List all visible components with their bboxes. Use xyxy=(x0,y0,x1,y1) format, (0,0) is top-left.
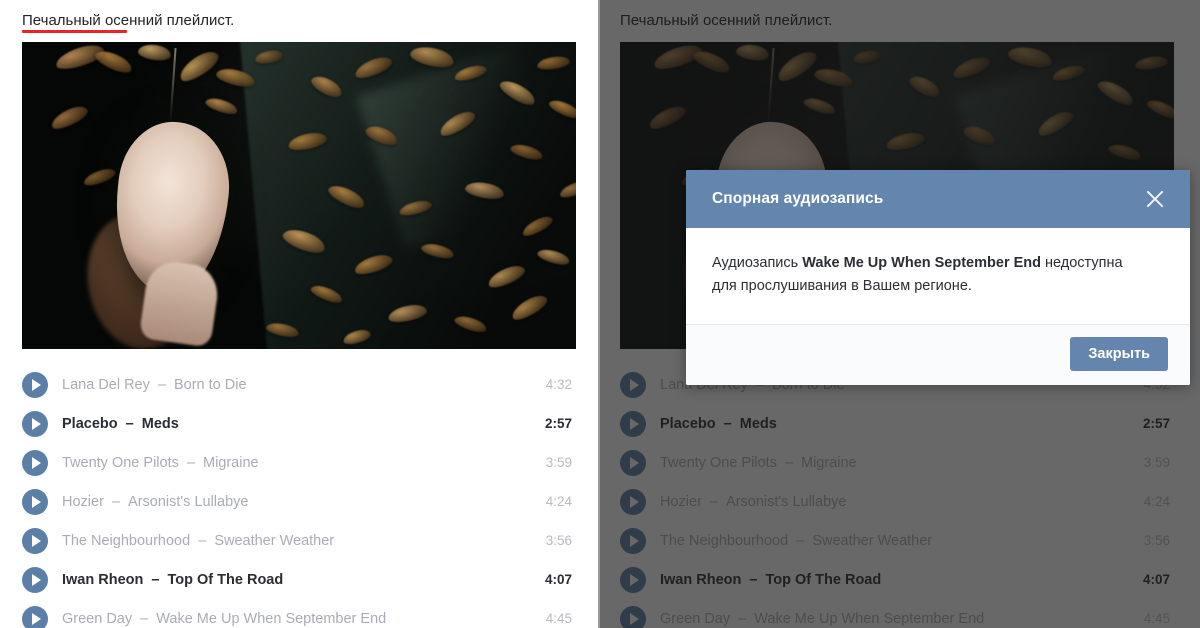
track-separator: – xyxy=(153,376,170,393)
play-icon[interactable] xyxy=(22,410,48,437)
playlist-panel-normal: Печальный осенний плейлист. Lana Del Rey… xyxy=(0,0,598,628)
playlist-panel-with-modal: Печальный осенний плейлист. Lana Del Rey… xyxy=(598,0,1200,628)
play-icon[interactable] xyxy=(22,371,48,398)
track-song: Meds xyxy=(141,415,179,432)
track-row[interactable]: Placebo – Meds 2:57 xyxy=(22,404,576,443)
cover-scene xyxy=(22,42,576,349)
track-row[interactable]: Green Day – Wake Me Up When September En… xyxy=(22,599,576,628)
track-list-left: Lana Del Rey – Born to Die 4:32 Placebo – … xyxy=(22,365,576,628)
playlist-title-text: Печальный осенний плейлист. xyxy=(22,12,235,29)
track-artist: Twenty One Pilots xyxy=(62,454,179,471)
screenshot-stage: Печальный осенний плейлист. Lana Del Rey… xyxy=(0,0,1200,628)
close-button[interactable]: Закрыть xyxy=(1070,337,1168,371)
play-icon[interactable] xyxy=(22,449,48,476)
track-song: Born to Die xyxy=(173,376,247,393)
track-row[interactable]: Twenty One Pilots – Migraine 3:59 xyxy=(22,443,576,482)
track-separator: – xyxy=(107,493,125,510)
playlist-cover-image xyxy=(22,42,576,349)
title-red-underline xyxy=(22,30,127,33)
modal-message: Аудиозапись Wake Me Up When September En… xyxy=(712,252,1142,298)
track-duration: 2:57 xyxy=(544,416,572,431)
track-artist: Placebo xyxy=(62,415,118,432)
track-label: The Neighbourhood – Sweather Weather xyxy=(62,532,532,550)
modal-message-track-name: Wake Me Up When September End xyxy=(802,255,1041,271)
track-artist: Hozier xyxy=(62,493,104,510)
play-icon[interactable] xyxy=(22,566,48,593)
track-song: Arsonist's Lullabye xyxy=(128,493,249,510)
track-label: Placebo – Meds xyxy=(62,415,532,433)
track-label: Lana Del Rey – Born to Die xyxy=(62,376,532,394)
track-label: Hozier – Arsonist's Lullabye xyxy=(62,493,532,511)
track-label: Green Day – Wake Me Up When September En… xyxy=(62,610,532,628)
track-row[interactable]: Hozier – Arsonist's Lullabye 4:24 xyxy=(22,482,576,521)
track-row[interactable]: Iwan Rheon – Top Of The Road 4:07 xyxy=(22,560,576,599)
track-duration: 4:07 xyxy=(544,572,572,587)
panel-divider xyxy=(598,0,600,628)
modal-footer: Закрыть xyxy=(686,324,1190,385)
track-separator: – xyxy=(182,454,199,471)
modal-header: Спорная аудиозапись xyxy=(686,170,1190,228)
track-duration: 4:32 xyxy=(545,377,572,392)
track-separator: – xyxy=(194,532,211,549)
play-icon[interactable] xyxy=(22,488,48,515)
play-icon[interactable] xyxy=(22,605,48,628)
track-song: Sweather Weather xyxy=(214,532,335,549)
track-duration: 4:45 xyxy=(545,611,572,626)
modal-title: Спорная аудиозапись xyxy=(712,190,884,207)
disputed-audio-modal: Спорная аудиозапись Аудиозапись Wake Me … xyxy=(686,170,1190,385)
modal-message-prefix: Аудиозапись xyxy=(712,255,803,271)
track-artist: The Neighbourhood xyxy=(62,532,191,549)
track-artist: Lana Del Rey xyxy=(62,376,150,393)
track-duration: 4:24 xyxy=(545,494,572,509)
track-row[interactable]: Lana Del Rey – Born to Die 4:32 xyxy=(22,365,576,404)
track-separator: – xyxy=(121,415,138,432)
track-row[interactable]: The Neighbourhood – Sweather Weather 3:56 xyxy=(22,521,576,560)
track-label: Iwan Rheon – Top Of The Road xyxy=(62,571,532,589)
playlist-content-left: Печальный осенний плейлист. Lana Del Rey… xyxy=(22,0,576,628)
modal-body: Аудиозапись Wake Me Up When September En… xyxy=(686,228,1190,324)
close-icon[interactable] xyxy=(1142,186,1168,212)
track-song: Migraine xyxy=(202,454,259,471)
track-song: Top Of The Road xyxy=(167,571,284,588)
track-song: Wake Me Up When September End xyxy=(156,610,387,627)
track-label: Twenty One Pilots – Migraine xyxy=(62,454,532,472)
track-artist: Green Day xyxy=(62,610,133,627)
track-artist: Iwan Rheon xyxy=(62,571,144,588)
page-title-left: Печальный осенний плейлист. xyxy=(22,12,235,33)
track-separator: – xyxy=(136,610,153,627)
track-separator: – xyxy=(147,571,164,588)
track-duration: 3:56 xyxy=(545,533,572,548)
play-icon[interactable] xyxy=(22,527,48,554)
track-duration: 3:59 xyxy=(545,455,572,470)
